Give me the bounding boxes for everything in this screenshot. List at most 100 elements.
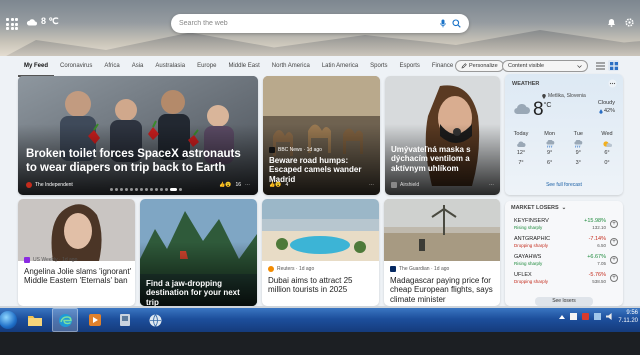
apps-grid-icon[interactable] xyxy=(6,18,18,30)
sunny-icon xyxy=(603,141,612,148)
market-row[interactable]: ANTGRAPHIC Dropping sharply -7.14% 6.50 + xyxy=(514,236,618,250)
card-source[interactable]: The Guardian · 1d ago xyxy=(390,266,449,272)
weather-current-temp: 8 °C xyxy=(533,99,551,121)
content-visibility-select[interactable]: Content visible xyxy=(502,60,588,72)
edge-browser-icon xyxy=(58,313,72,327)
cloud-icon xyxy=(26,18,37,25)
forecast-day-name: Wed xyxy=(601,131,613,137)
card-source[interactable]: The Independent xyxy=(26,182,73,188)
cloudy-icon xyxy=(514,103,530,115)
personalize-label: Personalize xyxy=(469,63,498,69)
tab-africa[interactable]: Africa xyxy=(98,56,125,77)
rain-icon xyxy=(574,140,583,148)
market-row[interactable]: GAYAHWS Rising sharply +6.67% 7.05 + xyxy=(514,254,618,268)
forecast-day[interactable]: Tue 9° 3° xyxy=(566,130,590,168)
like-icon[interactable]: 👍😮 xyxy=(219,182,231,188)
add-stock-icon[interactable]: + xyxy=(610,256,618,264)
news-card-jolie[interactable]: US Weekly · 1d ago Angelina Jolie slams … xyxy=(18,199,135,306)
card-title[interactable]: Find a jaw-dropping destination for your… xyxy=(146,279,254,306)
card-source[interactable]: BBC News · 1d ago xyxy=(269,147,322,153)
taskbar-device[interactable] xyxy=(112,308,138,332)
tab-coronavirus[interactable]: Coronavirus xyxy=(54,56,98,77)
tab-latin-america[interactable]: Latin America xyxy=(316,56,364,77)
publisher-logo-icon xyxy=(390,266,396,272)
card-title[interactable]: Dubai aims to attract 25 million tourist… xyxy=(268,276,376,295)
card-source[interactable]: Airshield xyxy=(391,182,419,188)
tab-my-feed[interactable]: My Feed xyxy=(18,56,55,77)
more-options-icon[interactable]: ⋯ xyxy=(245,182,250,188)
card-source[interactable]: US Weekly · 1d ago xyxy=(24,257,77,263)
full-forecast-link[interactable]: See full forecast xyxy=(505,182,623,188)
news-card-spacex[interactable]: Broken toilet forces SpaceX astronauts t… xyxy=(18,76,258,195)
tab-sports[interactable]: Sports xyxy=(364,56,393,77)
card-source-name: The Guardian · 1d ago xyxy=(399,266,450,272)
windows-orb-icon xyxy=(0,311,17,329)
tray-volume-icon[interactable] xyxy=(606,313,612,320)
taskbar-media-player[interactable] xyxy=(82,308,108,332)
card-title[interactable]: Angelina Jolie slams 'ignorant' Middle E… xyxy=(24,267,132,286)
taskbar-network[interactable] xyxy=(142,308,168,332)
stock-symbol: GAYAHWS xyxy=(514,254,542,260)
settings-gear-icon[interactable] xyxy=(625,18,634,27)
search-icon[interactable] xyxy=(452,19,461,28)
news-card-madagascar[interactable]: The Guardian · 1d ago Madagascar paying … xyxy=(384,199,500,306)
microphone-icon[interactable] xyxy=(440,19,446,28)
ad-card-mask[interactable]: Umývateľná maska s dýchacím ventilom a a… xyxy=(385,76,500,195)
start-button[interactable] xyxy=(0,308,18,332)
more-options-icon[interactable] xyxy=(608,79,617,88)
market-heading[interactable]: MARKET LOSERS ⌄ xyxy=(511,205,566,211)
add-stock-icon[interactable]: + xyxy=(610,238,618,246)
mini-weather[interactable]: 8 ℃ xyxy=(26,16,59,27)
taskbar-explorer[interactable] xyxy=(22,308,48,332)
like-icon[interactable]: 👍😮 xyxy=(269,182,281,188)
tray-alert-icon[interactable] xyxy=(582,313,589,320)
add-stock-icon[interactable]: + xyxy=(610,220,618,228)
card-actions: 👍😮 16 ⋯ xyxy=(219,182,250,188)
forecast-day[interactable]: Today 12° 7° xyxy=(509,130,533,168)
publisher-logo-icon xyxy=(268,266,274,272)
stock-change: -7.14% xyxy=(588,236,606,242)
more-options-icon[interactable]: ⋯ xyxy=(369,182,374,188)
tab-asia[interactable]: Asia xyxy=(126,56,150,77)
grid-view-icon[interactable] xyxy=(608,60,619,71)
card-source[interactable]: Reuters · 1d ago xyxy=(268,266,314,272)
more-options-icon[interactable]: ⋯ xyxy=(489,182,494,188)
card-title[interactable]: Broken toilet forces SpaceX astronauts t… xyxy=(26,148,251,175)
forecast-day[interactable]: Mon 9° 6° xyxy=(538,130,562,168)
tray-network-icon[interactable] xyxy=(594,313,601,320)
market-row[interactable]: KEYFINSERV Rising sharply +15.98% 132.10 + xyxy=(514,218,618,232)
humidity-drop-icon xyxy=(599,109,603,114)
forecast-low: 3° xyxy=(575,159,581,166)
market-losers-widget[interactable]: MARKET LOSERS ⌄ KEYFINSERV Rising sharply… xyxy=(505,201,623,306)
news-card-dubai[interactable]: Reuters · 1d ago Dubai aims to attract 2… xyxy=(262,199,379,306)
card-source-name: The Independent xyxy=(35,182,73,188)
madagascar-photo xyxy=(384,199,500,261)
tray-chevron-icon[interactable] xyxy=(559,314,565,319)
taskbar-edge[interactable] xyxy=(52,308,78,332)
search-box[interactable] xyxy=(171,14,469,33)
promo-card-travel[interactable]: Find a jaw-dropping destination for your… xyxy=(140,199,257,306)
taskbar-clock[interactable]: 9:56 7.11.20 xyxy=(618,310,638,325)
weather-widget[interactable]: WEATHER Metlika, Slovenia 8 °C Cloudy 42… xyxy=(505,74,623,195)
tray-flag-icon[interactable] xyxy=(570,313,577,320)
notification-bell-icon[interactable] xyxy=(607,18,616,27)
forecast-day[interactable]: Wed 6° 0° xyxy=(595,130,619,168)
tab-middle-east[interactable]: Middle East xyxy=(222,56,265,77)
card-source-name: BBC News · 1d ago xyxy=(278,147,322,153)
add-stock-icon[interactable]: + xyxy=(610,274,618,282)
card-title[interactable]: Beware road humps: Escaped camels wander… xyxy=(269,156,377,184)
personalize-button[interactable]: Personalize xyxy=(455,60,504,72)
carousel-dots[interactable] xyxy=(110,188,182,191)
card-title[interactable]: Umývateľná maska s dýchacím ventilom a a… xyxy=(391,145,496,173)
list-view-icon[interactable] xyxy=(595,60,606,71)
tab-europe[interactable]: Europe xyxy=(191,56,222,77)
see-losers-button[interactable]: See losers xyxy=(535,297,593,306)
tab-australasia[interactable]: Australasia xyxy=(149,56,191,77)
search-input[interactable] xyxy=(179,20,434,27)
market-row[interactable]: UFLEX Dropping sharply -5.76% 538.50 + xyxy=(514,272,618,286)
tab-esports[interactable]: Esports xyxy=(394,56,426,77)
card-title[interactable]: Madagascar paying price for cheap Europe… xyxy=(390,276,498,304)
news-card-camels[interactable]: BBC News · 1d ago Beware road humps: Esc… xyxy=(263,76,380,195)
tab-north-america[interactable]: North America xyxy=(266,56,316,77)
weather-temp-unit[interactable]: °C xyxy=(544,102,552,109)
